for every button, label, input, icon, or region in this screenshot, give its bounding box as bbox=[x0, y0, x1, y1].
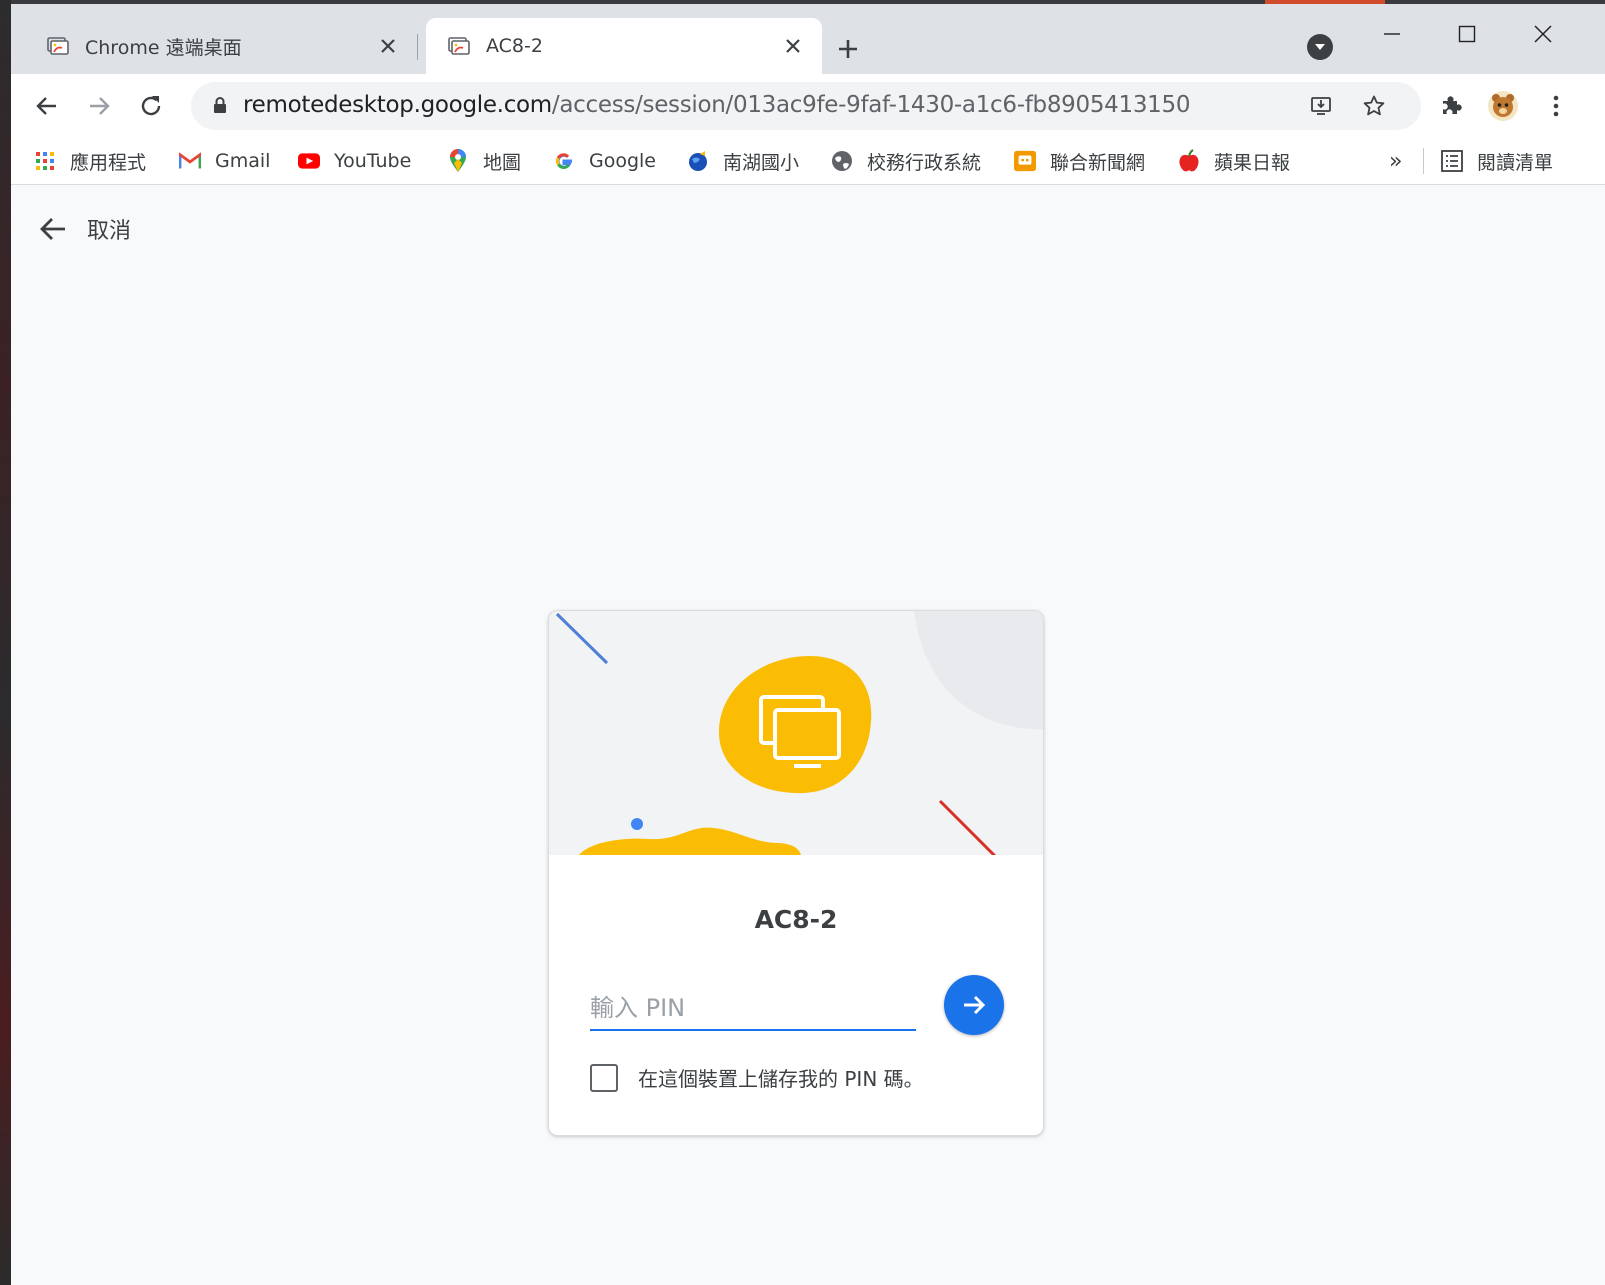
close-icon bbox=[1534, 25, 1552, 43]
host-name: AC8-2 bbox=[754, 905, 838, 934]
minimize-icon bbox=[1384, 33, 1400, 35]
arrow-right-icon bbox=[964, 995, 986, 1015]
back-button[interactable] bbox=[29, 88, 65, 124]
bookmark-youtube[interactable]: YouTube bbox=[298, 146, 411, 176]
reload-icon bbox=[141, 96, 161, 116]
google-g-icon bbox=[553, 150, 575, 172]
install-app-icon[interactable] bbox=[1307, 92, 1335, 120]
apple-daily-icon bbox=[1178, 149, 1200, 172]
maximize-icon bbox=[1458, 25, 1476, 43]
submit-pin-button[interactable] bbox=[944, 975, 1004, 1035]
kebab-menu-icon bbox=[1553, 95, 1559, 117]
pin-input[interactable] bbox=[590, 987, 916, 1031]
reading-list-icon bbox=[1441, 150, 1463, 172]
bookmark-label: 地圖 bbox=[483, 151, 522, 174]
desktop-frame bbox=[0, 0, 11, 1285]
url-path: /access/session/013ac9fe-9faf-1430-a1c6-… bbox=[551, 92, 1191, 118]
puzzle-icon bbox=[1443, 96, 1462, 114]
reload-button[interactable] bbox=[133, 88, 169, 124]
avatar-icon bbox=[1488, 91, 1518, 121]
cancel-button[interactable]: 取消 bbox=[37, 213, 131, 245]
page-content: 取消 AC8-2 在這個裝置上儲存我的 PIN 碼。 bbox=[11, 185, 1605, 1285]
forward-button[interactable] bbox=[81, 88, 117, 124]
news-icon bbox=[1014, 150, 1036, 172]
remember-pin-label: 在這個裝置上儲存我的 PIN 碼。 bbox=[638, 1067, 924, 1091]
maps-pin-icon bbox=[447, 149, 469, 172]
decor-wave bbox=[579, 827, 801, 855]
lock-icon[interactable] bbox=[213, 96, 227, 114]
bookmark-gmail[interactable]: Gmail bbox=[179, 146, 270, 176]
tab-ac8-2[interactable]: AC8-2 bbox=[426, 18, 822, 74]
bookmark-label: Gmail bbox=[215, 150, 271, 172]
url-host: remotedesktop.google.com bbox=[243, 92, 552, 118]
gmail-icon bbox=[179, 150, 201, 172]
remote-desktop-favicon-icon bbox=[47, 36, 69, 56]
cancel-label: 取消 bbox=[87, 219, 132, 244]
bookmark-school-admin[interactable]: 校務行政系統 bbox=[831, 146, 981, 176]
bookmark-label: 應用程式 bbox=[70, 151, 147, 174]
minimize-button[interactable] bbox=[1362, 14, 1422, 54]
bookmark-apps[interactable]: 應用程式 bbox=[34, 146, 146, 176]
bookmark-label: 蘋果日報 bbox=[1214, 151, 1291, 174]
pin-entry-card: AC8-2 在這個裝置上儲存我的 PIN 碼。 bbox=[548, 610, 1044, 1136]
new-tab-button[interactable] bbox=[831, 32, 865, 66]
remember-pin-checkbox[interactable] bbox=[590, 1063, 618, 1092]
profile-avatar[interactable] bbox=[1485, 88, 1521, 124]
tab-close-icon[interactable] bbox=[778, 31, 808, 61]
bookmark-label: 聯合新聞網 bbox=[1050, 151, 1146, 174]
bookmark-google[interactable]: Google bbox=[553, 146, 656, 176]
decor-dot bbox=[631, 818, 643, 830]
bookmarks-separator bbox=[1423, 148, 1424, 174]
extensions-button[interactable] bbox=[1433, 88, 1469, 124]
arrow-left-icon bbox=[36, 97, 56, 115]
chevron-down-icon bbox=[1315, 44, 1325, 50]
double-chevron-icon: » bbox=[1389, 148, 1403, 174]
card-illustration bbox=[549, 611, 1043, 858]
tab-chrome-remote-desktop[interactable]: Chrome 遠端桌面 bbox=[25, 18, 417, 74]
maximize-button[interactable] bbox=[1437, 14, 1497, 54]
address-bar[interactable]: remotedesktop.google.com/access/session/… bbox=[191, 82, 1421, 130]
tab-title: AC8-2 bbox=[486, 35, 543, 57]
bookmark-label: 南湖國小 bbox=[723, 151, 800, 174]
youtube-icon bbox=[298, 150, 320, 172]
remember-pin-row[interactable]: 在這個裝置上儲存我的 PIN 碼。 bbox=[590, 1063, 924, 1092]
bookmark-label: 校務行政系統 bbox=[867, 151, 982, 174]
remote-desktop-favicon-icon bbox=[448, 36, 470, 56]
decor-line-red bbox=[938, 799, 997, 858]
arrow-left-icon bbox=[40, 218, 65, 240]
bookmark-apple-daily[interactable]: 蘋果日報 bbox=[1178, 146, 1290, 176]
tab-search-button[interactable] bbox=[1307, 34, 1333, 60]
globe-blue-icon bbox=[687, 150, 709, 172]
tab-strip: Chrome 遠端桌面 AC8-2 bbox=[11, 4, 1605, 74]
bookmark-maps[interactable]: 地圖 bbox=[447, 146, 521, 176]
bookmark-star-icon[interactable] bbox=[1360, 92, 1388, 120]
globe-icon bbox=[831, 150, 853, 172]
reading-list-button[interactable]: 閱讀清單 bbox=[1441, 146, 1553, 176]
bookmark-label: YouTube bbox=[334, 150, 412, 172]
decor-line-blue bbox=[555, 612, 609, 665]
plus-icon bbox=[839, 40, 857, 58]
bookmarks-bar: 應用程式 Gmail YouTube 地圖 Google 南湖國小 校務行政系統… bbox=[11, 138, 1605, 185]
arrow-right-icon bbox=[90, 97, 110, 115]
chrome-menu-button[interactable] bbox=[1538, 88, 1574, 124]
window-close-button[interactable] bbox=[1513, 14, 1573, 54]
corner-blob-shape bbox=[914, 611, 1043, 730]
apps-grid-icon bbox=[34, 150, 56, 172]
reading-list-label: 閱讀清單 bbox=[1477, 151, 1554, 174]
tab-close-icon[interactable] bbox=[373, 31, 403, 61]
browser-toolbar: remotedesktop.google.com/access/session/… bbox=[11, 74, 1605, 138]
bookmark-nanhu[interactable]: 南湖國小 bbox=[687, 146, 799, 176]
browser-window: Chrome 遠端桌面 AC8-2 remotedesktop.google.c… bbox=[11, 4, 1605, 1285]
tab-title: Chrome 遠端桌面 bbox=[85, 36, 242, 59]
tab-separator bbox=[417, 34, 418, 60]
bookmarks-overflow-button[interactable]: » bbox=[1389, 146, 1402, 176]
bookmark-udn[interactable]: 聯合新聞網 bbox=[1014, 146, 1145, 176]
url-text[interactable]: remotedesktop.google.com/access/session/… bbox=[243, 92, 1190, 118]
bookmark-label: Google bbox=[589, 150, 657, 172]
